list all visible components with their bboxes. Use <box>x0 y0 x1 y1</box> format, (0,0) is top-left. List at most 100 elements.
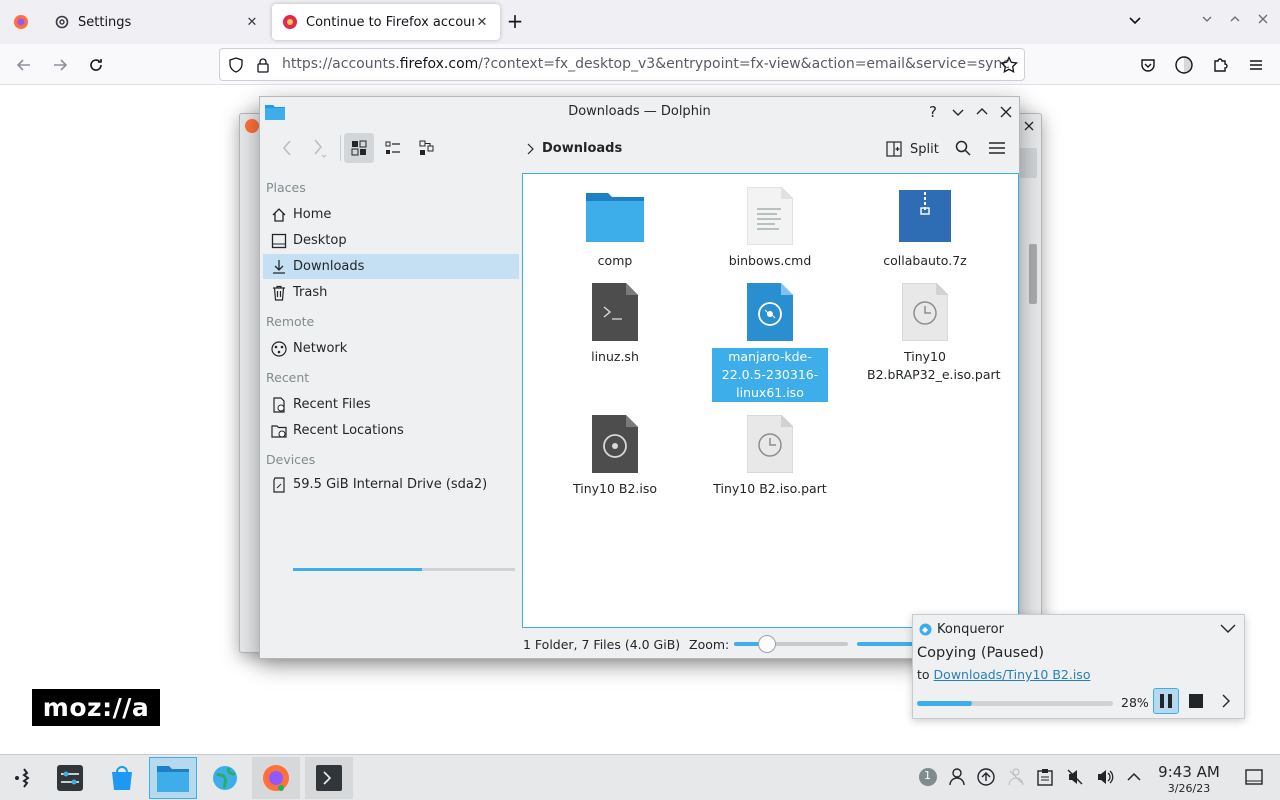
globe-icon <box>213 766 237 790</box>
app-menu-button[interactable] <box>1243 52 1269 78</box>
clock-date[interactable]: 3/26/23 <box>1158 782 1220 795</box>
download-icon <box>273 259 285 274</box>
lock-icon[interactable] <box>256 57 270 73</box>
maximize-button[interactable] <box>1226 12 1244 32</box>
titlebar[interactable]: Downloads — Dolphin ? <box>260 97 1019 127</box>
details-view-button[interactable] <box>412 133 442 163</box>
taskbar-discover[interactable] <box>98 757 146 799</box>
split-label: Split <box>910 141 939 157</box>
folder-icon <box>586 193 644 242</box>
chevron-down-icon[interactable] <box>1220 623 1236 635</box>
breadcrumb[interactable]: Downloads <box>542 141 622 156</box>
star-icon[interactable] <box>1000 56 1018 74</box>
close-icon[interactable] <box>1000 106 1012 118</box>
close-window-button[interactable] <box>1254 12 1272 32</box>
updates-tray[interactable] <box>976 767 996 787</box>
destination-link[interactable]: Downloads/Tiny10 B2.iso <box>934 667 1091 682</box>
sidebar-item-home[interactable]: Home <box>263 202 519 227</box>
maximize-icon[interactable] <box>976 106 988 118</box>
firefox-icon <box>14 15 28 29</box>
url-text[interactable]: https://accounts.firefox.com/?context=fx… <box>282 56 1010 72</box>
file-view[interactable]: comp binbows.cmd collabauto.7z linuz.sh … <box>522 173 1019 628</box>
minimize-button[interactable] <box>1198 12 1216 32</box>
back-button[interactable] <box>11 52 37 78</box>
taskbar-system-settings[interactable] <box>46 757 94 799</box>
microphone-tray[interactable] <box>1065 767 1085 787</box>
tab-label: Settings <box>78 14 132 30</box>
pocket-button[interactable] <box>1135 52 1161 78</box>
taskbar-konsole[interactable] <box>305 757 353 799</box>
account-button[interactable] <box>1171 52 1197 78</box>
close-icon[interactable] <box>1023 120 1035 132</box>
extensions-button[interactable] <box>1207 52 1233 78</box>
firefox-tabbar: Settings ✕ Continue to Firefox accounts … <box>0 0 1280 44</box>
tab-firefox-accounts[interactable]: Continue to Firefox accounts ✕ <box>272 4 500 40</box>
tab-label: Continue to Firefox accounts <box>306 14 474 30</box>
mozilla-logo[interactable]: moz://a <box>32 689 160 726</box>
sidebar-item-label: Recent Files <box>293 397 371 412</box>
file-item[interactable]: collabauto.7z <box>867 186 983 270</box>
clock-time[interactable]: 9:43 AM <box>1158 763 1220 781</box>
copy-progress-bar <box>917 701 1113 706</box>
notifications-tray[interactable]: 1 <box>918 767 938 787</box>
file-item[interactable]: binbows.cmd <box>712 186 828 270</box>
sidebar-item-label: Recent Locations <box>293 423 404 438</box>
sidebar-item-desktop[interactable]: Desktop <box>263 228 519 253</box>
compact-view-button[interactable] <box>378 133 408 163</box>
pause-button[interactable] <box>1153 688 1179 714</box>
partial-file-icon <box>747 415 793 473</box>
show-desktop-button[interactable] <box>1244 767 1264 787</box>
file-item[interactable]: Tiny10 B2.iso.part <box>712 414 828 498</box>
help-icon[interactable]: ? <box>927 104 941 120</box>
close-icon[interactable]: ✕ <box>474 15 490 30</box>
shield-icon[interactable] <box>228 57 244 73</box>
sidebar-item-trash[interactable]: Trash <box>263 280 519 305</box>
firefox-navbar: https://accounts.firefox.com/?context=fx… <box>0 44 1280 85</box>
list-all-tabs-button[interactable] <box>1127 12 1145 32</box>
forward-button[interactable] <box>304 133 334 163</box>
file-item[interactable]: Tiny10 B2.iso <box>557 414 673 498</box>
clipboard-tray[interactable] <box>1035 767 1055 787</box>
file-item[interactable]: Tiny10 B2.bRAP32_e.iso.part <box>867 282 1001 384</box>
file-item[interactable]: comp <box>557 186 673 270</box>
script-file-icon <box>592 283 638 341</box>
url-bar[interactable]: https://accounts.firefox.com/?context=fx… <box>219 48 1025 81</box>
firefox-view-button[interactable] <box>0 0 42 44</box>
sidebar-item-network[interactable]: Network <box>263 336 519 361</box>
taskbar-konqueror[interactable] <box>201 757 249 799</box>
sidebar-item-drive[interactable]: 59.5 GiB Internal Drive (sda2) <box>263 472 519 497</box>
search-button[interactable] <box>948 133 978 163</box>
zoom-slider[interactable] <box>734 635 848 653</box>
chevron-up-icon <box>1127 772 1141 781</box>
sidebar-item-recent-files[interactable]: Recent Files <box>263 392 519 417</box>
minimize-icon[interactable] <box>952 106 964 118</box>
user-tray[interactable] <box>947 767 967 787</box>
close-icon[interactable]: ✕ <box>244 15 260 30</box>
notification-to-label: to <box>917 667 930 682</box>
tab-settings[interactable]: Settings ✕ <box>44 4 270 40</box>
dolphin-window: Downloads — Dolphin ? Downloads Split Pl… <box>259 96 1020 659</box>
new-tab-button[interactable]: + <box>505 10 525 34</box>
zoom-slider-handle[interactable] <box>758 635 776 653</box>
scrollbar-thumb[interactable] <box>1029 244 1037 304</box>
sidebar-item-recent-locations[interactable]: Recent Locations <box>263 418 519 443</box>
stop-button[interactable] <box>1183 688 1209 714</box>
taskbar-firefox[interactable] <box>252 757 300 799</box>
menu-button[interactable] <box>982 133 1012 163</box>
details-button[interactable] <box>1213 688 1239 714</box>
scrollbar[interactable] <box>1019 148 1037 178</box>
sidebar-item-downloads[interactable]: Downloads <box>263 254 519 279</box>
show-hidden-tray[interactable] <box>1124 767 1144 787</box>
volume-tray[interactable] <box>1095 767 1115 787</box>
taskbar-dolphin[interactable] <box>149 757 197 799</box>
forward-button[interactable] <box>47 52 73 78</box>
back-button[interactable] <box>272 133 302 163</box>
split-button[interactable]: Split <box>886 135 939 163</box>
reload-button[interactable] <box>83 52 109 78</box>
account-icon <box>1175 56 1193 74</box>
file-item-selected[interactable]: manjaro-kde-22.0.5-230316-linux61.iso <box>712 282 828 402</box>
file-item[interactable]: linuz.sh <box>557 282 673 366</box>
icons-view-button[interactable] <box>344 133 374 163</box>
kde-connect-tray[interactable] <box>1006 767 1026 787</box>
application-launcher[interactable] <box>0 757 48 799</box>
